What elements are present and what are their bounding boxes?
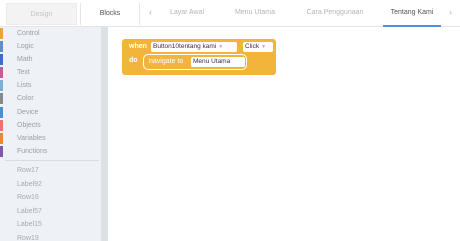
category-label: Lists bbox=[17, 82, 32, 89]
component-item[interactable]: Label92 bbox=[0, 178, 100, 191]
screen-tab-cara-penggunaan[interactable]: Cara Penggunaan bbox=[300, 0, 370, 27]
category-objects[interactable]: Objects bbox=[0, 119, 100, 132]
screen-tab-menu-utama[interactable]: Menu Utama bbox=[226, 0, 284, 27]
category-color-swatch bbox=[0, 107, 3, 118]
category-functions[interactable]: Functions bbox=[0, 145, 100, 158]
navigate-target-value: Menu Utama bbox=[193, 58, 231, 65]
navigate-keyword: navigate to bbox=[149, 58, 184, 65]
category-label: Logic bbox=[17, 43, 34, 50]
component-dropdown[interactable]: Button10tentang kami ▼ bbox=[151, 42, 237, 52]
sidebar-scrollbar[interactable] bbox=[101, 27, 108, 241]
component-item[interactable]: Label57 bbox=[0, 205, 100, 218]
category-label: Variables bbox=[17, 135, 46, 142]
category-color-swatch bbox=[0, 80, 3, 91]
component-item[interactable]: Label15 bbox=[0, 218, 100, 231]
event-name: Click bbox=[245, 43, 260, 50]
sidebar-divider bbox=[5, 160, 99, 161]
category-text[interactable]: Text bbox=[0, 66, 100, 79]
triangle-down-icon: ▼ bbox=[261, 44, 267, 50]
category-color-swatch bbox=[0, 41, 3, 52]
category-device[interactable]: Device bbox=[0, 106, 100, 119]
category-label: Control bbox=[17, 30, 40, 37]
component-name: Button10tentang kami bbox=[153, 43, 217, 50]
event-dropdown[interactable]: Click ▼ bbox=[243, 42, 273, 52]
component-item[interactable]: Row16 bbox=[0, 191, 100, 204]
category-color[interactable]: Color bbox=[0, 92, 100, 105]
blocks-tab[interactable]: Blocks bbox=[80, 3, 140, 25]
category-color-swatch bbox=[0, 67, 3, 78]
category-variables[interactable]: Variables bbox=[0, 132, 100, 145]
when-keyword: when bbox=[129, 43, 147, 50]
category-math[interactable]: Math bbox=[0, 53, 100, 66]
category-control[interactable]: Control bbox=[0, 27, 100, 40]
navigate-target-field[interactable]: Menu Utama bbox=[191, 57, 245, 67]
blocks-sidebar: Control Logic Math Text Lists Color Devi… bbox=[0, 27, 108, 241]
category-label: Device bbox=[17, 109, 39, 116]
component-item[interactable]: Row17 bbox=[0, 164, 100, 177]
chevron-right-icon[interactable]: › bbox=[449, 5, 452, 19]
category-label: Math bbox=[17, 56, 33, 63]
screen-tab-layar-awal[interactable]: Layar Awal bbox=[163, 0, 211, 27]
category-label: Functions bbox=[17, 148, 48, 155]
screen-tab-tentang-kami[interactable]: Tentang Kami bbox=[383, 0, 441, 27]
component-item[interactable]: Row19 bbox=[0, 232, 100, 241]
category-logic[interactable]: Logic bbox=[0, 40, 100, 53]
category-color-swatch bbox=[0, 146, 3, 157]
category-color-swatch bbox=[0, 93, 3, 104]
category-color-swatch bbox=[0, 54, 3, 65]
category-label: Color bbox=[17, 95, 34, 102]
category-color-swatch bbox=[0, 28, 3, 39]
category-label: Objects bbox=[17, 122, 41, 129]
do-keyword: do bbox=[129, 57, 138, 64]
category-color-swatch bbox=[0, 120, 3, 131]
category-color-swatch bbox=[0, 133, 3, 144]
design-tab[interactable]: Design bbox=[6, 3, 77, 25]
triangle-down-icon: ▼ bbox=[218, 44, 224, 50]
category-label: Text bbox=[17, 69, 30, 76]
category-lists[interactable]: Lists bbox=[0, 79, 100, 92]
chevron-left-icon[interactable]: ‹ bbox=[149, 5, 152, 19]
top-bar: Design Blocks ‹ Layar Awal Menu Utama Ca… bbox=[0, 0, 460, 27]
